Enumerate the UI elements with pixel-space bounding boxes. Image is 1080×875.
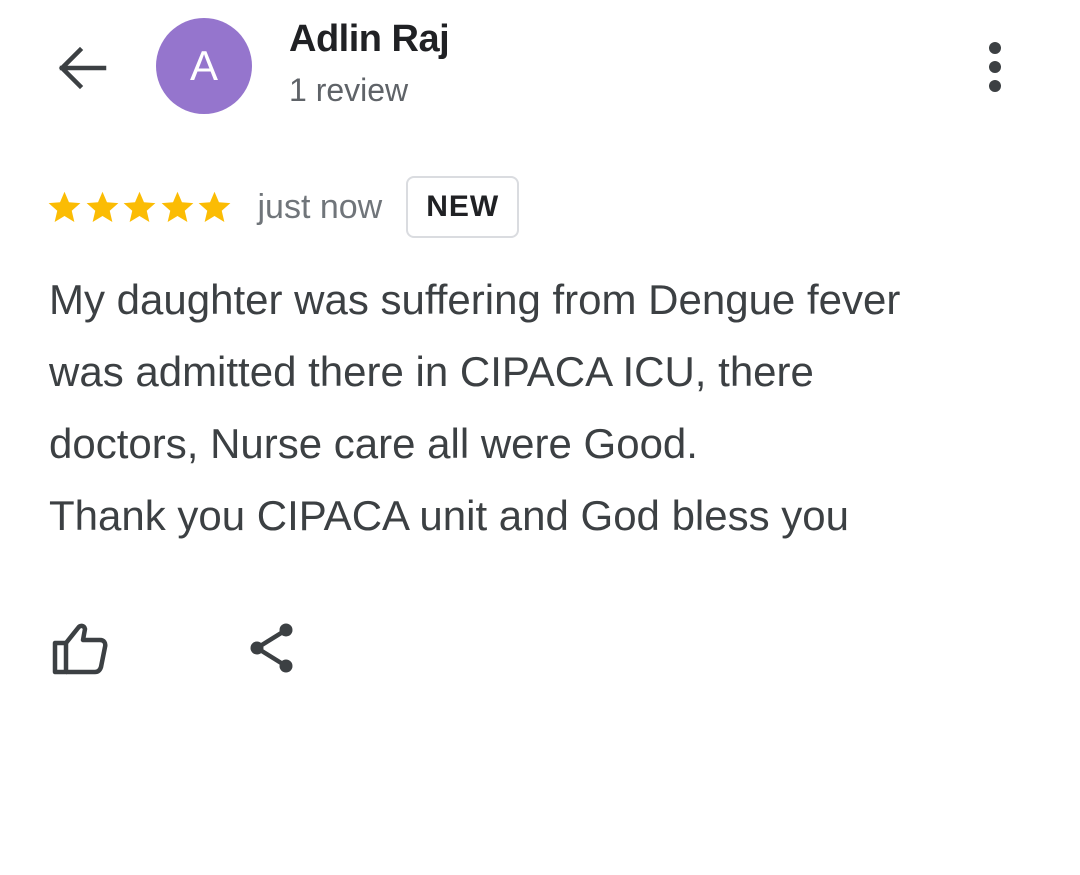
- thumbs-up-icon: [52, 623, 108, 675]
- star-rating: [46, 174, 234, 240]
- more-vertical-icon: [989, 42, 1001, 92]
- more-options-button[interactable]: [970, 36, 1020, 98]
- star-icon: [198, 191, 231, 222]
- star-icon: [161, 191, 193, 222]
- new-badge: NEW: [406, 176, 520, 238]
- share-icon: [250, 623, 293, 673]
- review-count: 1 review: [289, 72, 409, 108]
- rating-row: just now NEW: [46, 174, 520, 240]
- share-button[interactable]: [236, 612, 308, 684]
- review-text: My daughter was suffering from Dengue fe…: [49, 276, 901, 539]
- back-button[interactable]: [52, 40, 112, 96]
- star-icon: [48, 191, 81, 222]
- review-timestamp: just now: [257, 187, 383, 226]
- star-icon: [123, 191, 156, 222]
- arrow-left-icon: [58, 46, 107, 90]
- avatar[interactable]: A: [156, 18, 252, 114]
- star-icon: [86, 191, 118, 222]
- like-button[interactable]: [44, 612, 116, 684]
- avatar-letter: A: [189, 42, 218, 89]
- reviewer-name[interactable]: Adlin Raj: [289, 18, 450, 61]
